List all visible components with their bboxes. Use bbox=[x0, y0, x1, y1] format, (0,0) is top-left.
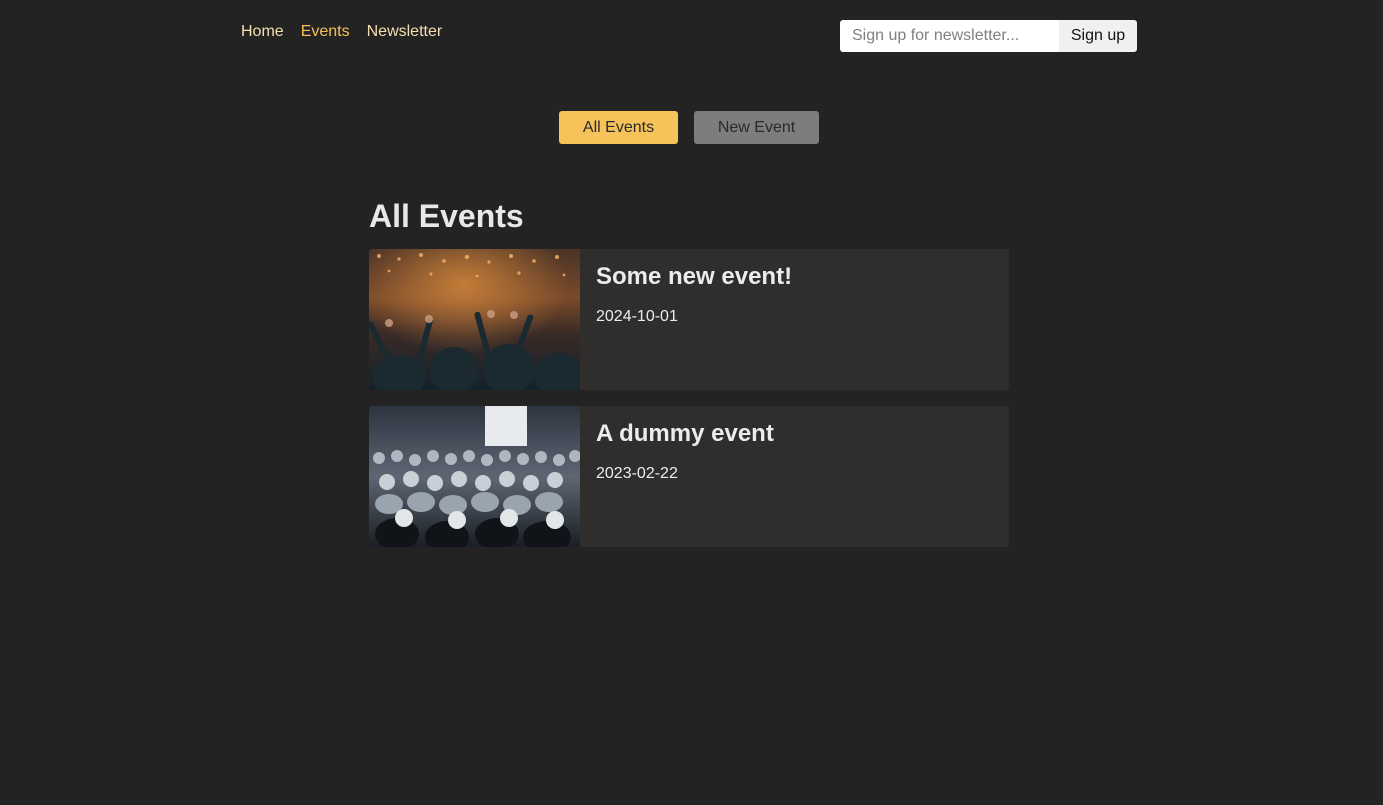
new-event-button[interactable]: New Event bbox=[694, 111, 819, 144]
event-date: 2024-10-01 bbox=[596, 308, 678, 325]
event-info: Some new event! 2024-10-01 bbox=[580, 249, 808, 390]
events-main: All Events Some new event! 2024-10-01 A … bbox=[369, 196, 1009, 547]
nav-link-home[interactable]: Home bbox=[241, 22, 284, 42]
events-list: Some new event! 2024-10-01 A dummy event… bbox=[369, 249, 1009, 547]
event-card[interactable]: Some new event! 2024-10-01 bbox=[369, 249, 1009, 390]
newsletter-email-input[interactable] bbox=[840, 20, 1059, 52]
newsletter-signup-form: Sign up bbox=[840, 20, 1137, 52]
page-header: Home Events Newsletter Sign up bbox=[241, 20, 1137, 52]
page-title: All Events bbox=[369, 198, 524, 234]
newsletter-signup-button[interactable]: Sign up bbox=[1059, 20, 1137, 52]
nav-link-events[interactable]: Events bbox=[301, 22, 350, 42]
event-title: A dummy event bbox=[596, 420, 774, 447]
main-nav: Home Events Newsletter bbox=[241, 22, 442, 42]
event-info: A dummy event 2023-02-22 bbox=[580, 406, 790, 547]
conference-audience-image bbox=[369, 406, 580, 547]
concert-crowd-image bbox=[369, 249, 580, 390]
all-events-button[interactable]: All Events bbox=[559, 111, 678, 144]
events-subnav: All Events New Event bbox=[559, 111, 819, 144]
event-card[interactable]: A dummy event 2023-02-22 bbox=[369, 406, 1009, 547]
nav-link-newsletter[interactable]: Newsletter bbox=[367, 22, 443, 42]
event-title: Some new event! bbox=[596, 263, 793, 290]
event-date: 2023-02-22 bbox=[596, 465, 678, 482]
